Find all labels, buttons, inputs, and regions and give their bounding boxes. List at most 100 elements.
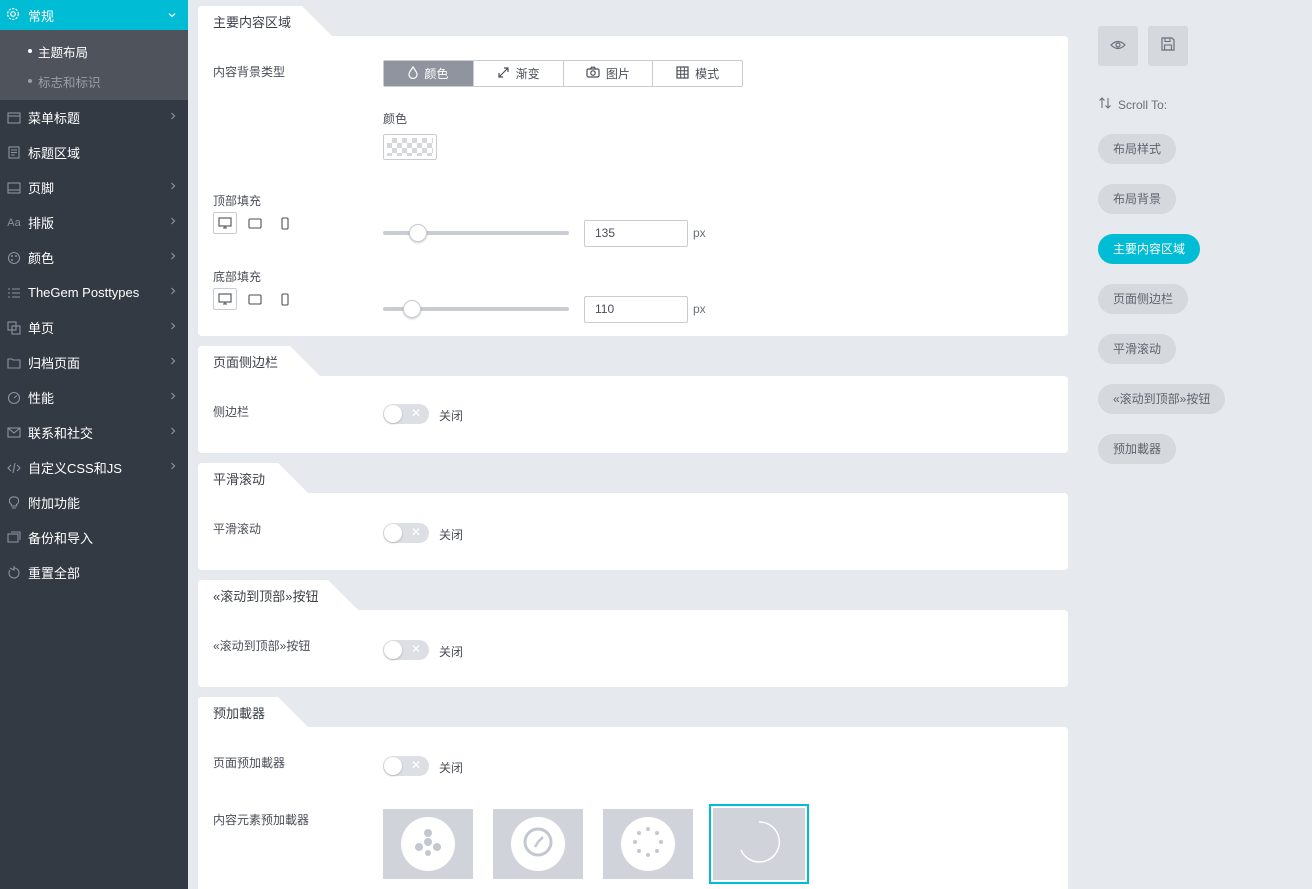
bottom-padding-input[interactable]: 110: [584, 296, 688, 323]
sidebar-item[interactable]: 归档页面: [0, 345, 188, 380]
scroll-top-toggle[interactable]: ✕: [383, 640, 429, 660]
mobile-icon[interactable]: [273, 212, 297, 234]
section-panel: 平滑滚动 ✕ 关闭: [198, 493, 1068, 570]
desktop-icon[interactable]: [213, 212, 237, 234]
sidebar-item[interactable]: 性能: [0, 380, 188, 415]
top-padding-input[interactable]: 135: [584, 220, 688, 247]
section-title: 平滑滚动: [213, 472, 266, 487]
save-button[interactable]: [1148, 26, 1188, 66]
sidebar-item[interactable]: TheGem Posttypes: [0, 275, 188, 310]
section-title: 预加載器: [213, 706, 266, 721]
section-main-content: 主要内容区域 内容背景类型 颜色 渐变 图片 模式 颜色 顶部填充 135 px…: [198, 6, 1068, 336]
section-tab: «滚动到顶部»按钮: [198, 580, 360, 610]
sidebar-item[interactable]: Aa 排版: [0, 205, 188, 240]
bg-option-gradient[interactable]: 渐变: [474, 61, 564, 86]
sidebar-subitem-logo[interactable]: 标志和标识: [0, 66, 188, 96]
close-icon: ✕: [410, 758, 421, 772]
preloader-style-option[interactable]: [493, 809, 583, 879]
preview-button[interactable]: [1098, 26, 1138, 66]
scroll-to-link[interactable]: 页面侧边栏: [1098, 284, 1189, 314]
document-icon: [6, 145, 22, 161]
desktop-icon[interactable]: [213, 288, 237, 310]
close-icon: ✕: [410, 642, 421, 656]
tablet-icon[interactable]: [243, 212, 267, 234]
bulb-icon: [6, 495, 22, 511]
sidebar-item-label: TheGem Posttypes: [28, 285, 140, 300]
section-panel: 内容背景类型 颜色 渐变 图片 模式 颜色 顶部填充 135 px 底部填充 1…: [198, 36, 1068, 336]
scroll-to-link[interactable]: «滚动到顶部»按钮: [1098, 384, 1226, 414]
page-preloader-label: 页面预加載器: [213, 756, 286, 770]
main-content: 主要内容区域 内容背景类型 颜色 渐变 图片 模式 颜色 顶部填充 135 px…: [198, 6, 1068, 889]
bottom-padding-slider[interactable]: [383, 300, 569, 318]
scroll-to-label: Scroll To:: [1118, 97, 1168, 112]
slider-handle[interactable]: [409, 224, 428, 242]
chevron-right-icon: [170, 322, 176, 333]
preloader-style-option-selected[interactable]: [709, 804, 809, 884]
scroll-to-link[interactable]: 平滑滚动: [1098, 334, 1177, 364]
scroll-to-link[interactable]: 布局背景: [1098, 184, 1177, 214]
sidebar-item[interactable]: 自定义CSS和JS: [0, 450, 188, 485]
preloader-style-2-icon: [521, 825, 555, 864]
sidebar-subnav: 主题布局 标志和标识: [0, 30, 188, 100]
scroll-to-link[interactable]: 预加載器: [1098, 434, 1177, 464]
pages-icon: [6, 320, 22, 336]
sidebar-subitem-theme-layout[interactable]: 主题布局: [0, 36, 188, 66]
chevron-right-icon: [170, 427, 176, 438]
gauge-icon: [6, 390, 22, 406]
bg-option-image[interactable]: 图片: [564, 61, 654, 86]
sidebar-subitem-label: 标志和标识: [38, 75, 101, 90]
smooth-scroll-toggle[interactable]: ✕: [383, 523, 429, 543]
sidebar-item-label: 菜单标题: [28, 111, 81, 126]
section-tab: 页面侧边栏: [198, 346, 322, 376]
tablet-icon[interactable]: [243, 288, 267, 310]
slider-handle[interactable]: [403, 300, 422, 318]
sidebar-item[interactable]: 标题区域: [0, 135, 188, 170]
sidebar-item[interactable]: 联系和社交: [0, 415, 188, 450]
sidebar-item-label: 标题区域: [28, 146, 81, 161]
sidebar-item[interactable]: 备份和导入: [0, 520, 188, 555]
eye-icon: [1110, 37, 1126, 55]
scroll-to-link[interactable]: 布局样式: [1098, 134, 1177, 164]
sidebar-item[interactable]: 单页: [0, 310, 188, 345]
preloader-style-option[interactable]: [383, 809, 473, 879]
chevron-right-icon: [170, 112, 176, 123]
sidebar-item-label: 性能: [28, 391, 55, 406]
sidebar-item-general[interactable]: 常规: [0, 0, 188, 30]
scroll-to-heading: Scroll To:: [1098, 96, 1167, 113]
section-panel: 侧边栏 ✕ 关闭: [198, 376, 1068, 453]
sidebar-item-label: 备份和导入: [28, 531, 94, 546]
bg-type-label: 内容背景类型: [213, 65, 286, 79]
sidebar-item-label: 排版: [28, 216, 55, 231]
archive-icon: [6, 355, 22, 371]
footer-icon: [6, 180, 22, 196]
section-title: 页面侧边栏: [213, 355, 279, 370]
sidebar-item-label: 附加功能: [28, 496, 81, 511]
reset-icon: [6, 565, 22, 581]
bg-option-pattern[interactable]: 模式: [653, 61, 742, 86]
sidebar-setting-label: 侧边栏: [213, 405, 250, 419]
close-icon: ✕: [410, 525, 421, 539]
preloader-style-option[interactable]: [603, 809, 693, 879]
preloader-style-picker: [383, 804, 809, 884]
top-padding-slider[interactable]: [383, 224, 569, 242]
sidebar-nav-list: 菜单标题标题区域页脚 Aa 排版 颜色 TheGem Posttypes 单页 归档页面性能…: [0, 100, 188, 590]
sidebar: 常规 主题布局 标志和标识 菜单标题标题区域页脚 Aa 排版 颜色 TheGem Pos…: [0, 0, 188, 889]
sidebar-item[interactable]: 菜单标题: [0, 100, 188, 135]
chevron-right-icon: [170, 182, 176, 193]
sidebar-toggle[interactable]: ✕: [383, 404, 429, 424]
device-switcher: [213, 212, 297, 234]
content-preloader-label: 内容元素预加載器: [213, 813, 310, 827]
scroll-to-link[interactable]: 主要内容区域: [1098, 234, 1201, 264]
color-picker-swatch[interactable]: [383, 134, 437, 160]
mobile-icon[interactable]: [273, 288, 297, 310]
sidebar-item[interactable]: 颜色: [0, 240, 188, 275]
chevron-right-icon: [170, 252, 176, 263]
sidebar-item[interactable]: 重置全部: [0, 555, 188, 590]
page-preloader-toggle[interactable]: ✕: [383, 756, 429, 776]
preloader-style-1-icon: [411, 825, 445, 864]
sidebar-item[interactable]: 附加功能: [0, 485, 188, 520]
bg-type-selector: 颜色 渐变 图片 模式: [383, 60, 743, 87]
bg-option-color[interactable]: 颜色: [384, 61, 474, 86]
sidebar-item[interactable]: 页脚: [0, 170, 188, 205]
section-panel: 页面预加載器 ✕ 关闭 内容元素预加載器: [198, 727, 1068, 889]
